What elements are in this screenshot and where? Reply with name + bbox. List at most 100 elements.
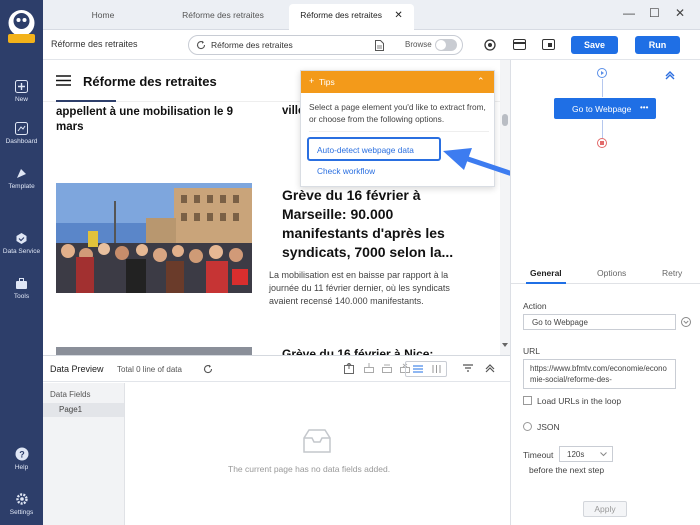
sidebar-label-dashboard: Dashboard — [5, 138, 38, 145]
action-field[interactable]: Go to Webpage — [523, 314, 676, 330]
minimize-icon[interactable]: — — [623, 6, 635, 20]
chevron-down-icon — [600, 452, 607, 457]
node-menu-icon[interactable]: ••• — [640, 103, 648, 112]
help-icon: ? — [15, 447, 28, 461]
site-header-title: Réforme des retraites — [83, 74, 217, 89]
template-icon — [17, 169, 26, 178]
chevron-down-circle-icon[interactable] — [681, 317, 691, 327]
sidebar-item-new[interactable]: New — [0, 80, 43, 103]
check-workflow-link[interactable]: Check workflow — [317, 166, 375, 176]
sidebar-label-data-service: Data Service — [2, 248, 41, 255]
url-bar[interactable]: Réforme des retraites Browse — [188, 35, 463, 55]
tab-task-1-label: Réforme des retraites — [182, 10, 264, 20]
browser-scrollbar[interactable] — [500, 60, 510, 355]
settings-icon — [15, 493, 28, 505]
workflow-start-icon — [597, 68, 607, 78]
tab-general[interactable]: General — [530, 268, 562, 278]
move-column-icon[interactable] — [382, 363, 392, 373]
maximize-icon[interactable]: ☐ — [649, 6, 660, 20]
article-snippet-left[interactable]: appellent à une mobilisation le 9 mars — [56, 105, 256, 135]
refresh-icon[interactable] — [196, 40, 206, 50]
target-icon[interactable] — [484, 39, 496, 51]
workflow-end-icon — [597, 138, 607, 148]
save-button[interactable]: Save — [571, 36, 618, 54]
sidebar-item-settings[interactable]: Settings — [0, 492, 43, 516]
tab-home[interactable]: Home — [68, 4, 138, 30]
tab-retry[interactable]: Retry — [662, 268, 682, 278]
collapse-icon[interactable]: ⌃ — [477, 76, 485, 87]
auto-detect-option[interactable]: Auto-detect webpage data — [307, 137, 441, 161]
sidebar-item-help[interactable]: ? Help — [0, 447, 43, 471]
tab-options[interactable]: Options — [597, 268, 626, 278]
plus-icon — [15, 80, 28, 93]
collapse-up-icon[interactable] — [665, 71, 675, 80]
timeout-select[interactable]: 120s — [559, 446, 613, 462]
sidebar-item-data-service[interactable]: Data Service — [0, 232, 43, 255]
sidebar-label-template: Template — [8, 183, 35, 190]
refresh-icon[interactable] — [203, 364, 213, 374]
sidebar-label-settings: Settings — [9, 509, 34, 516]
tab-task-2[interactable]: Réforme des retraites ✕ — [289, 4, 414, 30]
app-sidebar: New Dashboard Template Data Service Tool… — [0, 0, 43, 525]
workflow-connector-top — [602, 79, 603, 97]
octoparse-logo[interactable] — [6, 6, 37, 46]
load-urls-checkbox[interactable] — [523, 396, 532, 405]
sidebar-item-dashboard[interactable]: Dashboard — [0, 122, 43, 145]
action-label: Action — [523, 301, 547, 311]
tab-close-icon[interactable]: ✕ — [394, 10, 402, 21]
data-fields-label: Data Fields — [50, 390, 91, 399]
window-close-icon[interactable]: ✕ — [675, 6, 685, 20]
export-icon[interactable] — [344, 363, 354, 374]
tab-task-1[interactable]: Réforme des retraites — [158, 4, 288, 30]
data-count: Total 0 line of data — [117, 365, 182, 374]
task-name[interactable]: Réforme des retraites — [51, 39, 138, 49]
next-article-title[interactable]: Grève du 16 février à Nice: — [282, 347, 433, 355]
toggle-knob — [436, 40, 446, 50]
page-list-item[interactable]: Page1 — [43, 403, 124, 417]
tips-body: Select a page element you'd like to extr… — [309, 102, 486, 124]
hamburger-menu-icon[interactable] — [56, 75, 71, 86]
window-icon[interactable] — [542, 39, 555, 50]
sidebar-label-help: Help — [14, 464, 29, 471]
url-input[interactable]: Réforme des retraites — [211, 40, 293, 50]
scroll-down-icon[interactable] — [502, 343, 508, 348]
view-toggle[interactable] — [405, 361, 447, 377]
article-summary[interactable]: La mobilisation est en baisse par rappor… — [269, 269, 464, 308]
empty-inbox-icon — [303, 429, 331, 453]
card-icon[interactable] — [513, 39, 526, 50]
sidebar-label-tools: Tools — [13, 293, 30, 300]
page-icon[interactable] — [375, 40, 384, 51]
data-preview-header: Data Preview Total 0 line of data — [43, 356, 510, 382]
article-image[interactable] — [56, 183, 252, 293]
go-to-webpage-node[interactable]: Go to Webpage ••• — [554, 98, 656, 119]
apply-button[interactable]: Apply — [583, 501, 627, 517]
node-label: Go to Webpage — [572, 104, 632, 114]
tab-general-underline — [526, 282, 566, 284]
list-view-icon[interactable] — [413, 365, 423, 373]
next-article-image[interactable] — [56, 347, 252, 355]
auto-detect-link[interactable]: Auto-detect webpage data — [317, 145, 414, 155]
sidebar-item-template[interactable]: Template — [0, 167, 43, 190]
action-value: Go to Webpage — [532, 318, 588, 327]
tips-divider — [309, 131, 489, 132]
insert-column-icon[interactable] — [364, 363, 374, 373]
tips-plus-icon: + — [309, 76, 315, 86]
url-value: https://www.bfmtv.com/economie/economie-… — [530, 364, 667, 384]
run-button[interactable]: Run — [635, 36, 680, 54]
timeout-label: Timeout — [523, 450, 554, 460]
filter-icon[interactable] — [463, 364, 473, 374]
sidebar-item-tools[interactable]: Tools — [0, 277, 43, 300]
scroll-thumb[interactable] — [502, 114, 508, 126]
browse-toggle[interactable] — [435, 39, 457, 51]
toolbox-icon — [16, 278, 27, 289]
empty-state-message: The current page has no data fields adde… — [228, 464, 391, 474]
timeout-value: 120s — [567, 450, 585, 459]
grid-view-icon[interactable] — [432, 365, 441, 373]
json-radio[interactable] — [523, 422, 532, 431]
data-preview-panel: Data Preview Total 0 line of data Data F… — [43, 355, 510, 525]
data-preview-title: Data Preview — [50, 364, 104, 374]
tips-header: + Tips ⌃ — [301, 71, 494, 93]
data-service-icon — [16, 233, 27, 244]
url-field[interactable]: https://www.bfmtv.com/economie/economie-… — [523, 359, 676, 389]
collapse-panel-icon[interactable] — [485, 364, 495, 373]
